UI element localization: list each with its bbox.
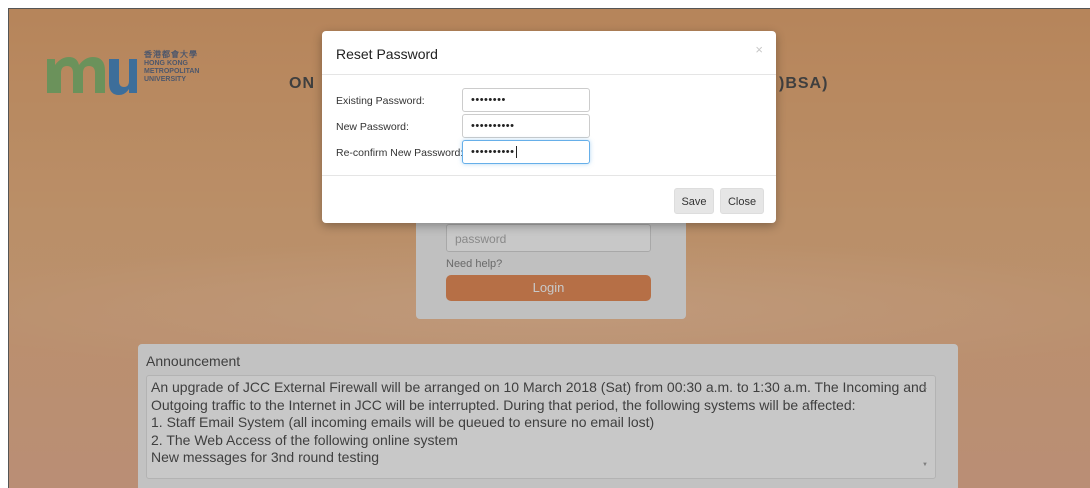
existing-password-field[interactable]: ••••••••	[462, 88, 590, 112]
dialog-title: Reset Password	[336, 46, 438, 62]
reconfirm-password-label: Re-confirm New Password:	[336, 147, 464, 159]
new-password-field[interactable]: ••••••••••	[462, 114, 590, 138]
close-button[interactable]: Close	[720, 188, 764, 214]
dialog-header: Reset Password ×	[322, 31, 776, 75]
page-background: 香港都會大學 HONG KONG METROPOLITAN UNIVERSITY…	[8, 8, 1090, 488]
text-caret	[515, 146, 517, 159]
existing-password-label: Existing Password:	[336, 95, 425, 107]
close-icon[interactable]: ×	[755, 42, 763, 57]
reconfirm-password-field[interactable]: ••••••••••	[462, 140, 590, 164]
save-button[interactable]: Save	[674, 188, 714, 214]
reconfirm-password-value: ••••••••••	[471, 146, 515, 158]
new-password-label: New Password:	[336, 121, 409, 133]
reset-password-dialog: Reset Password × Existing Password: ••••…	[322, 31, 776, 223]
dialog-footer: Save Close	[322, 175, 776, 224]
